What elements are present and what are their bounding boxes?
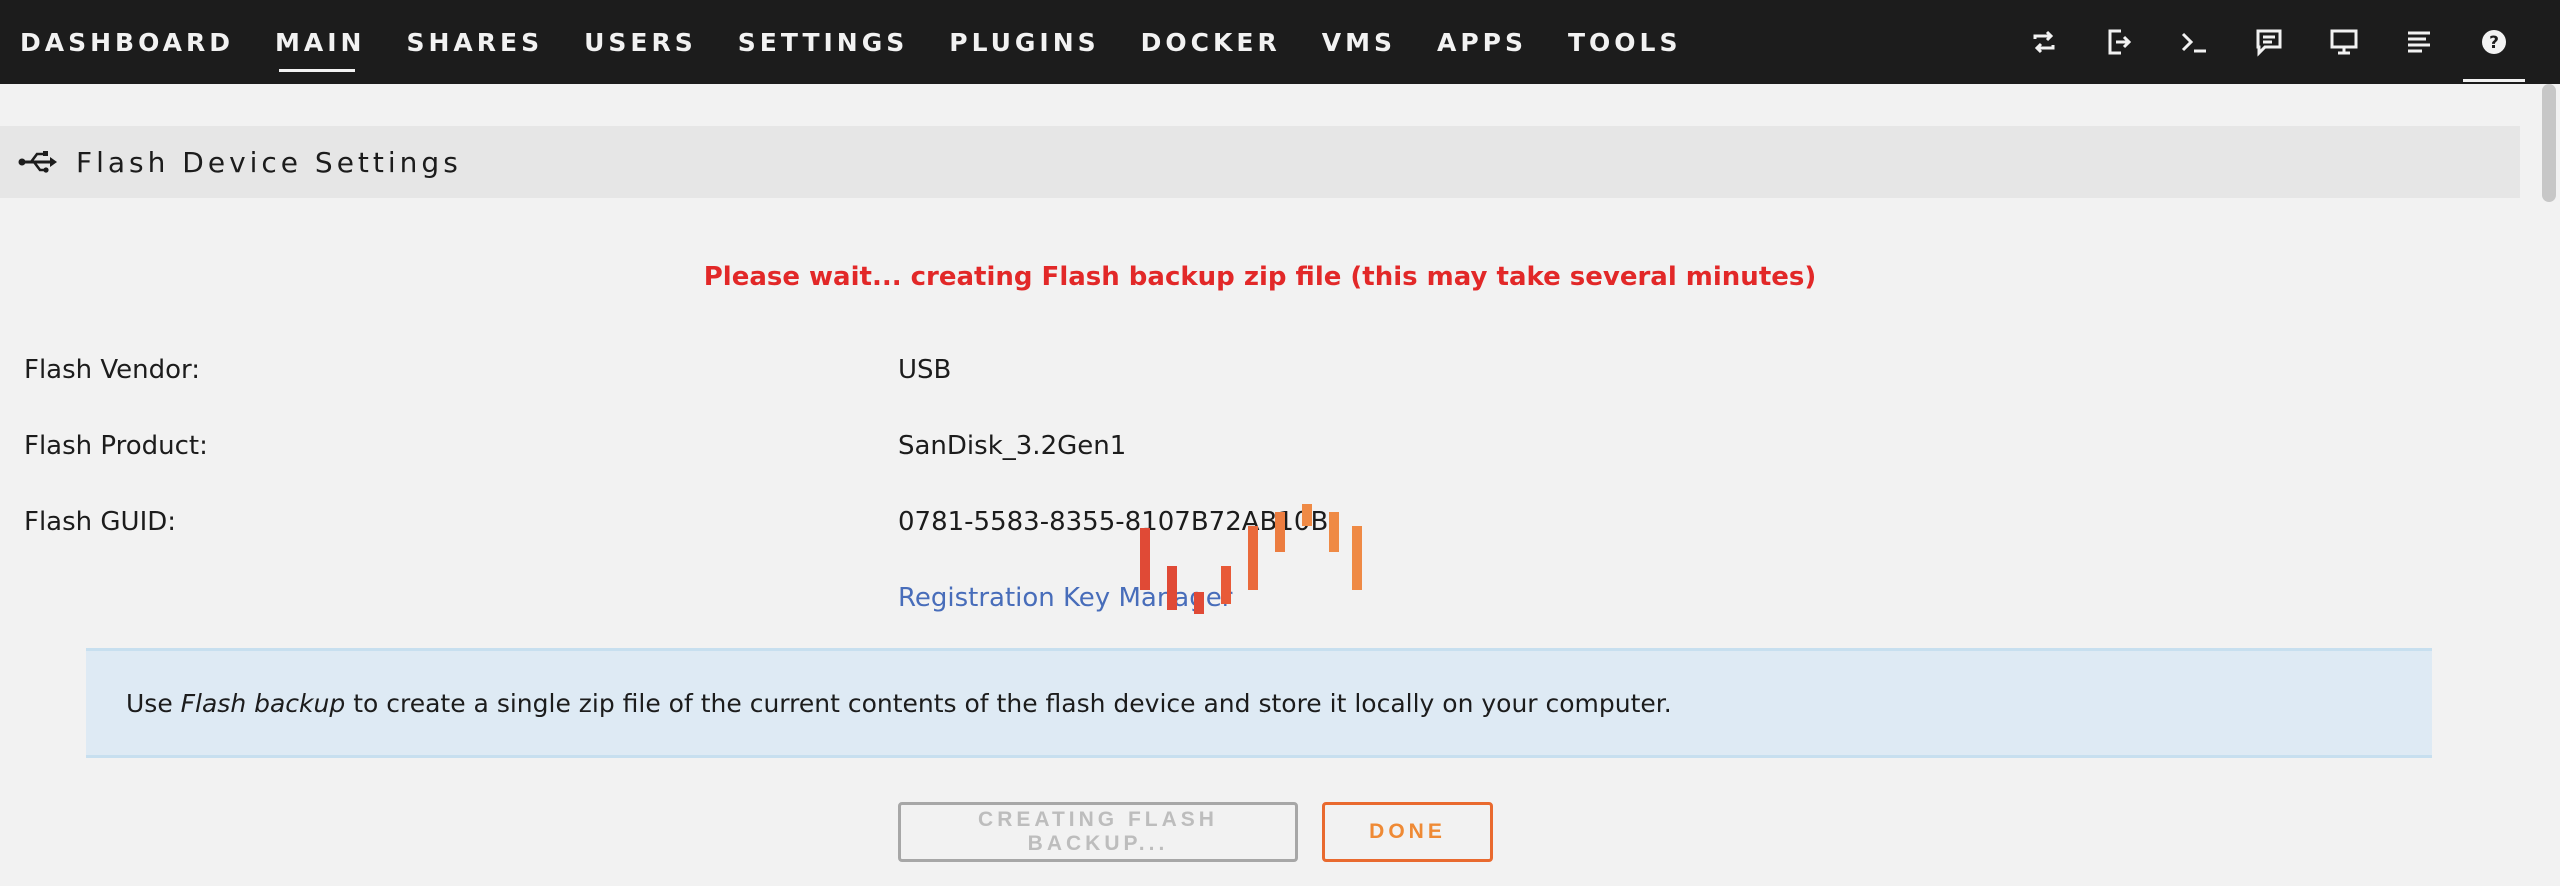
- switch-language-icon[interactable]: [2022, 20, 2066, 64]
- nav-item-users[interactable]: USERS: [584, 28, 697, 57]
- scrollbar-thumb[interactable]: [2542, 84, 2556, 202]
- svg-text:?: ?: [2489, 33, 2499, 53]
- nav-item-tools[interactable]: TOOLS: [1568, 28, 1682, 57]
- create-flash-backup-button[interactable]: CREATING FLASH BACKUP...: [898, 802, 1298, 862]
- info-notice: Use Flash backup to create a single zip …: [86, 648, 2432, 758]
- notice-emphasis: Flash backup: [180, 688, 346, 718]
- notice-text: Use Flash backup to create a single zip …: [126, 689, 1672, 718]
- flash-vendor-label: Flash Vendor:: [24, 355, 201, 385]
- done-button[interactable]: DONE: [1322, 802, 1493, 862]
- nav-item-dashboard[interactable]: DASHBOARD: [20, 28, 234, 57]
- page-title: Flash Device Settings: [76, 145, 462, 179]
- flash-product-value: SanDisk_3.2Gen1: [898, 431, 1127, 461]
- notice-prefix: Use: [126, 688, 181, 718]
- nav-icon-bar: ?: [2022, 0, 2547, 84]
- notice-suffix: to create a single zip file of the curre…: [345, 688, 1672, 718]
- logout-icon[interactable]: [2097, 20, 2141, 64]
- nav-item-docker[interactable]: DOCKER: [1141, 28, 1281, 57]
- flash-product-label: Flash Product:: [24, 431, 208, 461]
- top-navigation-bar: DASHBOARD MAIN SHARES USERS SETTINGS PLU…: [0, 0, 2560, 84]
- usb-icon: [18, 151, 57, 173]
- nav-menu: DASHBOARD MAIN SHARES USERS SETTINGS PLU…: [20, 0, 1722, 84]
- loading-spinner-icon: [1140, 504, 1362, 614]
- nav-item-vms[interactable]: VMS: [1322, 28, 1396, 57]
- flash-vendor-value: USB: [898, 355, 952, 385]
- backup-status-message: Please wait... creating Flash backup zip…: [703, 262, 1817, 292]
- info-icon[interactable]: [2322, 20, 2366, 64]
- flash-guid-label: Flash GUID:: [24, 507, 177, 537]
- nav-item-plugins[interactable]: PLUGINS: [949, 28, 1099, 57]
- terminal-icon[interactable]: [2172, 20, 2216, 64]
- log-icon[interactable]: [2397, 20, 2441, 64]
- nav-item-apps[interactable]: APPS: [1437, 28, 1527, 57]
- help-icon[interactable]: ?: [2463, 20, 2525, 82]
- nav-item-shares[interactable]: SHARES: [406, 28, 543, 57]
- nav-item-settings[interactable]: SETTINGS: [738, 28, 909, 57]
- panel-header: Flash Device Settings: [0, 126, 2520, 198]
- feedback-icon[interactable]: [2247, 20, 2291, 64]
- nav-item-main[interactable]: MAIN: [275, 28, 365, 72]
